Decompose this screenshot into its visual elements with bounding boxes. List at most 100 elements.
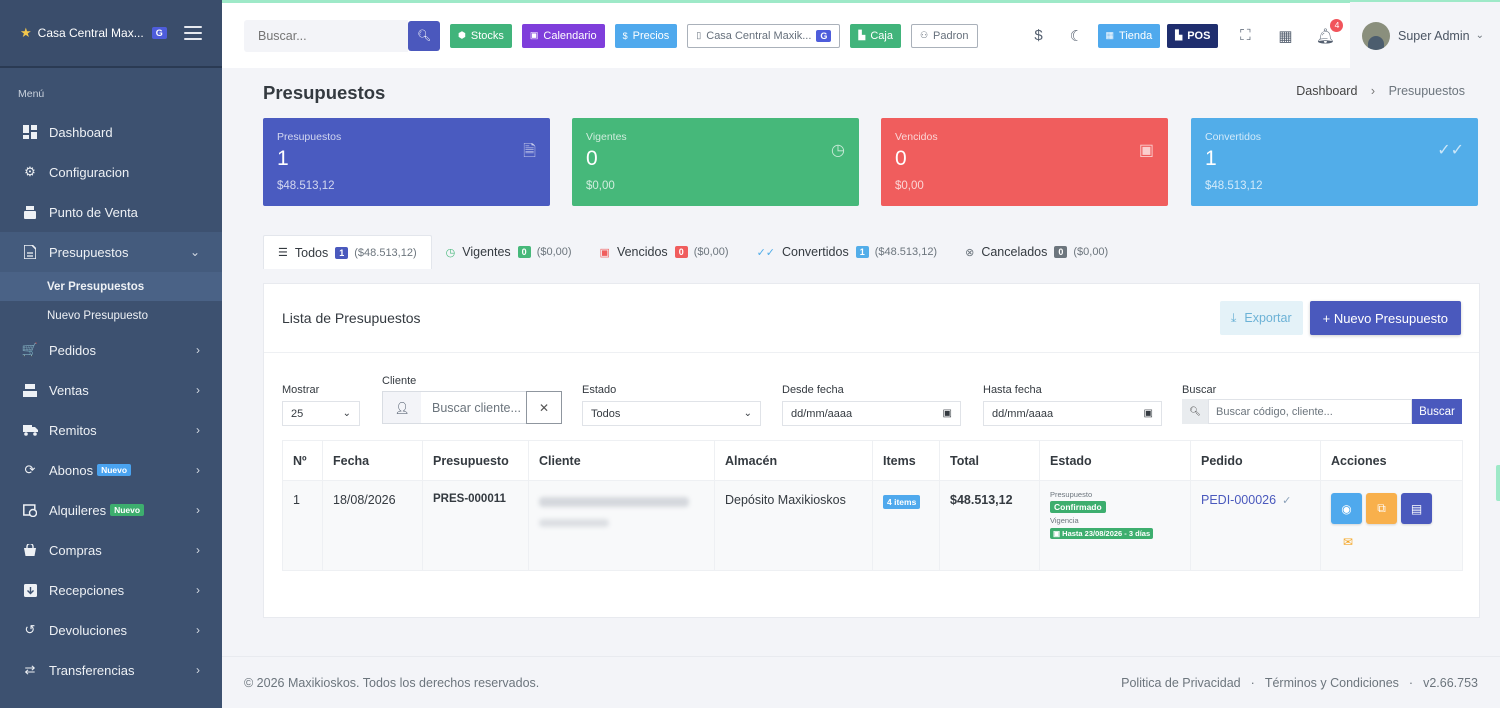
- sidebar-item-configuracion[interactable]: ⚙ Configuracion: [0, 152, 222, 192]
- sidebar-item-recepciones[interactable]: Recepciones ›: [0, 570, 222, 610]
- stat-label: Vencidos: [895, 131, 938, 143]
- sidebar-item-abonos[interactable]: ⟳ Abonos Nuevo ›: [0, 450, 222, 490]
- email-button[interactable]: ✉: [1337, 531, 1359, 553]
- panel-header: Lista de Presupuestos ⤓ Exportar + Nuevo …: [264, 284, 1479, 353]
- desde-date-input[interactable]: dd/mm/aaaa ▣: [782, 401, 961, 426]
- presupuestos-table: Nº Fecha Presupuesto Cliente Almacén Ite…: [282, 440, 1463, 571]
- caja-button[interactable]: ▙ Caja: [850, 23, 901, 48]
- privacy-link[interactable]: Politica de Privacidad: [1121, 676, 1241, 690]
- cell-n: 1: [282, 480, 323, 571]
- col-header: Acciones: [1320, 440, 1463, 481]
- tab-label: Vencidos: [616, 245, 668, 259]
- calendar-icon: ▣: [1053, 529, 1063, 538]
- tab-cancelados[interactable]: ⊗ Cancelados 0 ($0,00): [951, 235, 1122, 269]
- search-button[interactable]: 🔍︎: [408, 20, 440, 51]
- hasta-value: dd/mm/aaaa: [992, 407, 1054, 420]
- tab-label: Cancelados: [981, 245, 1048, 259]
- page-size-value: 25: [291, 407, 304, 420]
- calendario-button[interactable]: ▣ Calendario: [521, 23, 605, 48]
- sidebar-item-transferencias[interactable]: ⇄ Transferencias ›: [0, 650, 222, 690]
- sidebar-item-dashboard[interactable]: Dashboard: [0, 112, 222, 152]
- padron-label: Padron: [933, 29, 969, 42]
- sidebar-subitem-ver-presupuestos[interactable]: Ver Presupuestos: [0, 272, 222, 301]
- chevron-right-icon: ›: [196, 423, 200, 437]
- col-header: Cliente: [528, 440, 715, 481]
- breadcrumb-dashboard[interactable]: Dashboard: [1296, 84, 1357, 98]
- sidebar-subitem-nuevo-presupuesto[interactable]: Nuevo Presupuesto: [0, 301, 222, 330]
- export-button[interactable]: ⤓ Exportar: [1219, 301, 1303, 335]
- sidebar-item-ventas[interactable]: Ventas ›: [0, 370, 222, 410]
- precios-button[interactable]: $ Precios: [614, 23, 678, 48]
- precios-label: Precios: [632, 29, 670, 42]
- search-icon: 🔍︎: [1182, 399, 1208, 424]
- sidebar-item-label: Compras: [49, 542, 102, 558]
- cliente-search-input[interactable]: Buscar cliente...: [421, 392, 525, 423]
- view-button[interactable]: ◉: [1331, 493, 1362, 524]
- stat-label: Convertidos: [1205, 131, 1262, 143]
- currency-icon[interactable]: $: [1030, 27, 1048, 45]
- dashboard-icon: [22, 124, 38, 140]
- side-edge-tab[interactable]: [1496, 465, 1500, 501]
- stocks-button[interactable]: ⬢ Stocks: [450, 23, 512, 48]
- tab-convertidos[interactable]: ✓✓ Convertidos 1 ($48.513,12): [743, 235, 952, 269]
- chevron-right-icon: ›: [196, 503, 200, 517]
- page-size-select[interactable]: 25 ⌄: [282, 401, 360, 426]
- moon-icon[interactable]: ☾: [1068, 27, 1086, 45]
- calendario-label: Calendario: [543, 29, 597, 42]
- table-row: 1 18/08/2026 PRES-000011 Depósito Maxiki…: [282, 480, 1463, 571]
- fullscreen-icon[interactable]: ⛶: [1236, 27, 1254, 45]
- sidebar-item-alquileres[interactable]: Alquileres Nuevo ›: [0, 490, 222, 530]
- sidebar-item-label: Pedidos: [49, 342, 96, 358]
- clear-icon[interactable]: ✕: [526, 391, 562, 424]
- hamburger-menu-icon[interactable]: [184, 26, 202, 40]
- tab-vencidos[interactable]: ▣ Vencidos 0 ($0,00): [586, 235, 743, 269]
- branch-selector-button[interactable]: ▯ Casa Central Maxik... G: [687, 23, 841, 48]
- status-badge: Confirmado: [1050, 501, 1106, 513]
- pos-button[interactable]: ▙ POS: [1167, 23, 1219, 48]
- stat-amount: $48.513,12: [1205, 180, 1263, 192]
- chevron-down-icon: ⌄: [189, 245, 200, 259]
- new-presupuesto-button[interactable]: + Nuevo Presupuesto: [1309, 301, 1461, 335]
- row-actions: ◉ ⧉ ▤: [1331, 493, 1452, 524]
- store-icon: ▦: [1105, 30, 1115, 40]
- buscar-input[interactable]: Buscar código, cliente...: [1208, 399, 1412, 424]
- menu-title: Menú: [18, 88, 45, 100]
- sidebar-item-label: Configuracion: [49, 164, 130, 180]
- download-icon: ⤓: [1230, 310, 1237, 325]
- stat-card-vencidos: Vencidos 0 $0,00 ▣: [881, 118, 1168, 206]
- bell-icon[interactable]: 🔔︎ 4: [1316, 18, 1344, 45]
- cell-pedido: PEDI-000026 ✓: [1190, 480, 1321, 571]
- sidebar-item-remitos[interactable]: Remitos ›: [0, 410, 222, 450]
- redacted-client-name: [539, 497, 689, 507]
- terms-link[interactable]: Términos y Condiciones: [1265, 676, 1399, 690]
- tab-todos[interactable]: ☰ Todos 1 ($48.513,12): [263, 235, 432, 269]
- apps-grid-icon[interactable]: ▦: [1276, 27, 1294, 45]
- tab-vigentes[interactable]: ◷ Vigentes 0 ($0,00): [432, 235, 586, 269]
- sidebar-item-label: Ventas: [49, 382, 89, 398]
- padron-button[interactable]: ⚇ Padron: [910, 23, 978, 48]
- pedido-link[interactable]: PEDI-000026 ✓: [1201, 493, 1291, 507]
- sidebar-item-label: Presupuestos: [49, 244, 129, 260]
- new-badge: Nuevo: [97, 464, 132, 476]
- calendar-x-icon: ▣: [599, 246, 610, 259]
- tab-count: 1: [335, 246, 349, 259]
- duplicate-button[interactable]: ⧉: [1366, 493, 1397, 524]
- stat-value: 0: [586, 147, 598, 170]
- buscar-button[interactable]: Buscar: [1412, 399, 1462, 424]
- hasta-date-input[interactable]: dd/mm/aaaa ▣: [983, 401, 1162, 426]
- double-check-icon: ✓✓: [1437, 142, 1464, 159]
- sidebar-item-devoluciones[interactable]: ↺ Devoluciones ›: [0, 610, 222, 650]
- user-name: Super Admin: [1398, 28, 1470, 43]
- tienda-button[interactable]: ▦ Tienda: [1097, 23, 1161, 48]
- sync-icon: ⟳: [24, 462, 36, 477]
- sidebar-item-presupuestos[interactable]: Presupuestos ⌄: [0, 232, 222, 272]
- global-search-input[interactable]: [244, 19, 408, 52]
- sidebar-item-pedidos[interactable]: 🛒 Pedidos ›: [0, 330, 222, 370]
- sidebar-brand: ★ Casa Central Max... G: [0, 0, 222, 68]
- estado-select[interactable]: Todos ⌄: [582, 401, 761, 426]
- sidebar-item-compras[interactable]: Compras ›: [0, 530, 222, 570]
- sidebar-item-punto-de-venta[interactable]: Punto de Venta: [0, 192, 222, 232]
- col-header: Presupuesto: [422, 440, 529, 481]
- print-button[interactable]: ▤: [1401, 493, 1432, 524]
- user-menu[interactable]: Super Admin ⌄: [1350, 1, 1500, 70]
